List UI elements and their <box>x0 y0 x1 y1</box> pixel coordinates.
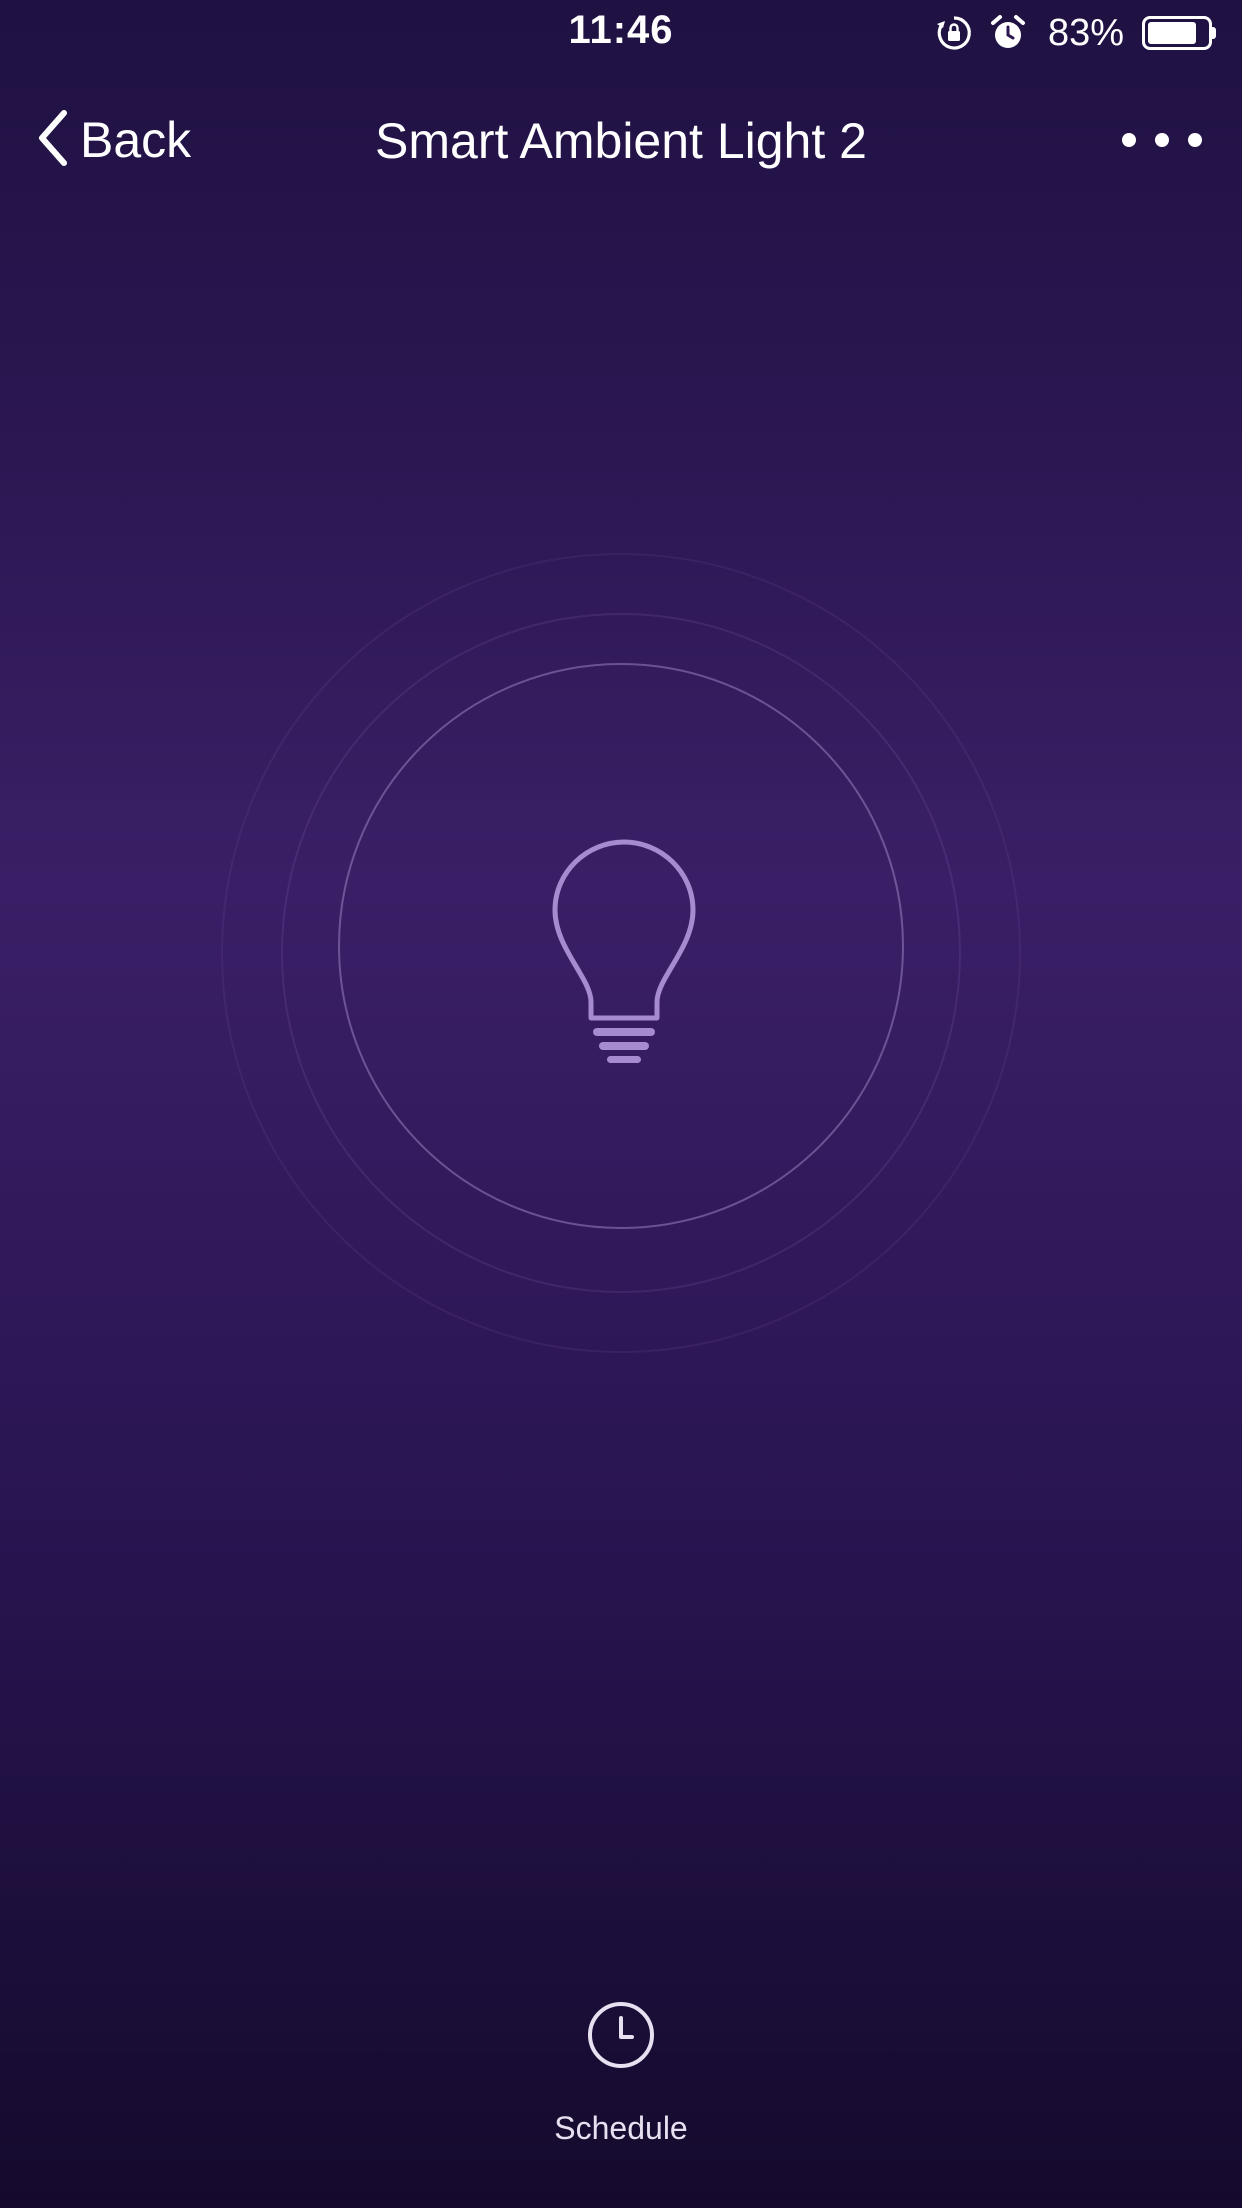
battery-percent: 83% <box>1047 11 1124 54</box>
clock-icon <box>588 2002 654 2068</box>
alarm-icon <box>988 13 1028 53</box>
rotation-lock-icon <box>934 13 974 53</box>
schedule-label: Schedule <box>554 2110 688 2146</box>
nav-bar: Back Smart Ambient Light 2 <box>0 96 1242 184</box>
battery-fill <box>1148 22 1196 44</box>
schedule-button[interactable]: Schedule <box>521 1998 721 2188</box>
light-power-toggle[interactable] <box>338 663 904 1229</box>
lightbulb-icon <box>552 839 696 1063</box>
status-indicators: 83% <box>934 10 1216 56</box>
status-bar: 11:46 83% <box>0 0 1242 66</box>
page-title: Smart Ambient Light 2 <box>375 113 867 169</box>
more-dots-icon <box>1122 133 1136 147</box>
light-control <box>221 553 1021 1353</box>
more-options-button[interactable] <box>1122 116 1202 164</box>
battery-icon <box>1142 16 1216 50</box>
